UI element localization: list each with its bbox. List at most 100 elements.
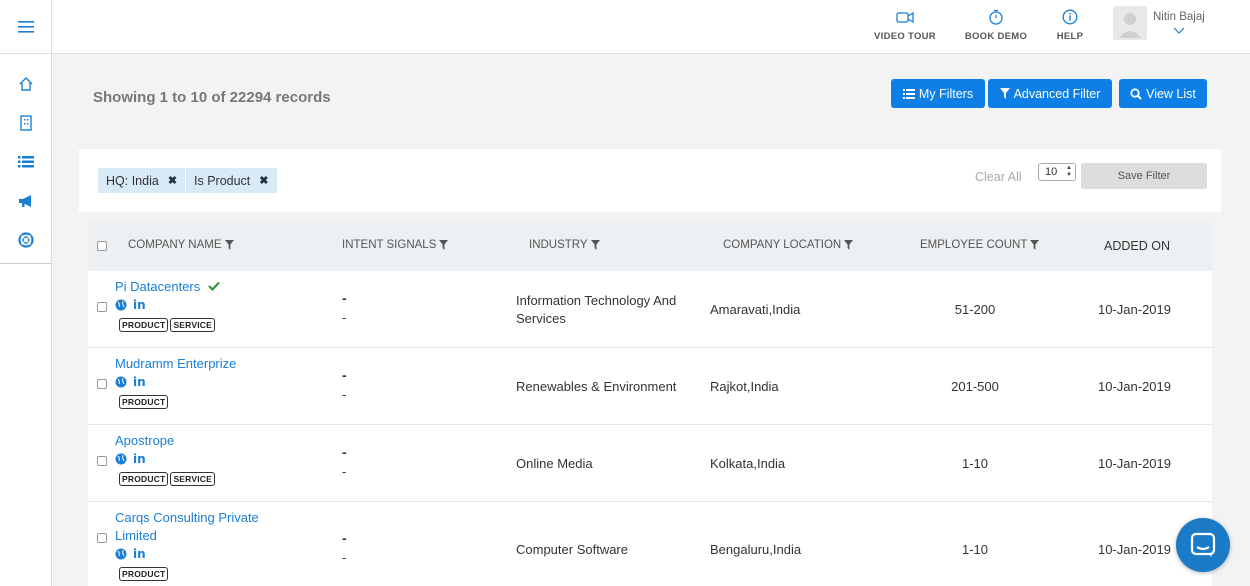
filter-chip: HQ: India ✖ [98, 168, 186, 193]
companies-table: COMPANY NAME INTENT SIGNALS INDUSTRY COM… [88, 221, 1212, 586]
row-checkbox[interactable] [97, 379, 107, 389]
intent-signal-primary: - [342, 290, 347, 306]
column-header-industry[interactable]: INDUSTRY [529, 239, 600, 251]
company-name-link[interactable]: Apostrope [115, 432, 174, 450]
top-bar: VIDEO TOUR BOOK DEMO HELP Nitin Bajaj [52, 0, 1250, 54]
filter-chip-label: HQ: India [106, 173, 159, 188]
view-list-button[interactable]: View List [1119, 79, 1207, 108]
globe-icon[interactable] [115, 376, 127, 388]
sidebar-item-companies[interactable] [0, 103, 51, 142]
row-checkbox[interactable] [97, 456, 107, 466]
sidebar-item-lists[interactable] [0, 142, 51, 181]
linkedin-icon[interactable]: in [133, 452, 146, 466]
save-filter-button[interactable]: Save Filter [1081, 163, 1207, 189]
sidebar-item-support[interactable] [0, 220, 51, 259]
info-icon [1062, 9, 1078, 25]
select-all-checkbox[interactable] [97, 241, 107, 251]
intent-signal-secondary: - [342, 387, 347, 402]
employee-count-cell: 1-10 [961, 542, 989, 557]
linkedin-icon[interactable]: in [133, 547, 146, 561]
added-on-cell: 10-Jan-2019 [1098, 379, 1171, 394]
globe-icon[interactable] [115, 453, 127, 465]
filter-icon[interactable] [224, 240, 234, 250]
tag-badge: SERVICE [170, 472, 216, 486]
sidebar-item-campaigns[interactable] [0, 181, 51, 220]
hamburger-menu-button[interactable] [0, 0, 51, 54]
company-name: Mudramm Enterprize [115, 356, 237, 371]
company-links: in [115, 452, 146, 466]
added-on-cell: 10-Jan-2019 [1098, 456, 1171, 471]
column-header-company-location[interactable]: COMPANY LOCATION [723, 239, 854, 251]
user-menu[interactable]: Nitin Bajaj [1113, 6, 1205, 40]
sidebar-item-home[interactable] [0, 64, 51, 103]
remove-filter-icon[interactable]: ✖ [259, 174, 268, 187]
column-header-added-on: ADDED ON [1104, 239, 1170, 253]
filter-icon[interactable] [590, 240, 600, 250]
added-on-cell: 10-Jan-2019 [1098, 302, 1171, 317]
chevron-down-icon[interactable] [1173, 27, 1185, 34]
per-page-stepper[interactable]: 10 ▲ ▼ [1038, 163, 1076, 181]
globe-icon[interactable] [115, 299, 127, 311]
spinner-arrows-icon[interactable]: ▲ ▼ [1066, 165, 1072, 179]
company-name: Apostrope [115, 433, 175, 448]
location-cell: Amaravati,India [710, 302, 801, 317]
table-row: Mudramm Enterprize in PRODUCT - - Renewa… [88, 348, 1212, 425]
sidebar-nav [0, 54, 51, 264]
table-row: Pi Datacenters in PRODUCT SERVICE - - In… [88, 271, 1212, 348]
intent-signal-primary: - [342, 367, 347, 383]
column-header-company-name[interactable]: COMPANY NAME [128, 239, 234, 251]
tag-badge: PRODUCT [119, 567, 169, 581]
company-name-link[interactable]: Pi Datacenters [115, 278, 220, 296]
menu-icon [17, 20, 34, 33]
tag-badge: SERVICE [170, 318, 216, 332]
active-filters-panel: HQ: India ✖ Is Product ✖ Clear All 10 ▲ ▼… [79, 149, 1221, 212]
company-name-link[interactable]: Mudramm Enterprize [115, 355, 236, 373]
video-tour-button[interactable]: VIDEO TOUR [865, 6, 945, 42]
linkedin-icon[interactable]: in [133, 298, 146, 312]
user-avatar-icon [1119, 13, 1141, 38]
column-header-employee-count[interactable]: EMPLOYEE COUNT [920, 239, 1040, 251]
help-button[interactable]: HELP [1050, 6, 1090, 42]
filter-icon[interactable] [1030, 240, 1040, 250]
filter-icon[interactable] [844, 240, 854, 250]
column-label: ADDED ON [1104, 239, 1170, 253]
advanced-filter-button[interactable]: Advanced Filter [988, 79, 1112, 108]
company-tags: PRODUCT SERVICE [119, 318, 216, 332]
linkedin-icon[interactable]: in [133, 375, 146, 389]
filter-icon[interactable] [439, 240, 449, 250]
globe-icon[interactable] [115, 548, 127, 560]
search-icon [1130, 87, 1142, 100]
remove-filter-icon[interactable]: ✖ [168, 174, 177, 187]
my-filters-button[interactable]: My Filters [891, 79, 985, 108]
location-cell: Kolkata,India [710, 456, 786, 471]
intent-signal-secondary: - [342, 464, 347, 479]
video-camera-icon [896, 11, 914, 24]
stopwatch-icon [989, 9, 1003, 25]
employee-count-cell: 1-10 [961, 456, 989, 471]
industry-cell: Computer Software [516, 542, 628, 557]
chat-icon [1190, 532, 1216, 557]
chat-widget-button[interactable] [1176, 518, 1230, 572]
row-checkbox[interactable] [97, 533, 107, 543]
industry-cell: Renewables & Environment [516, 379, 677, 394]
tag-badge: PRODUCT [119, 395, 169, 409]
company-tags: PRODUCT [119, 567, 169, 581]
company-links: in [115, 547, 146, 561]
row-checkbox[interactable] [97, 302, 107, 312]
my-filters-label: My Filters [918, 86, 974, 101]
sidebar [0, 0, 52, 586]
help-label: HELP [1056, 31, 1084, 42]
clear-all-link[interactable]: Clear All [975, 170, 1022, 184]
table-header: COMPANY NAME INTENT SIGNALS INDUSTRY COM… [88, 221, 1212, 271]
industry-cell: Online Media [516, 456, 593, 471]
book-demo-label: BOOK DEMO [964, 31, 1028, 42]
megaphone-icon [18, 194, 31, 207]
company-name-link[interactable]: Carqs Consulting Private Limited [115, 509, 285, 545]
column-header-intent-signals[interactable]: INTENT SIGNALS [342, 239, 449, 251]
book-demo-button[interactable]: BOOK DEMO [955, 6, 1037, 42]
video-tour-label: VIDEO TOUR [874, 31, 936, 42]
table-row: Apostrope in PRODUCT SERVICE - - Online … [88, 425, 1212, 502]
tag-badge: PRODUCT [119, 472, 169, 486]
lifebuoy-icon [17, 231, 34, 248]
company-links: in [115, 375, 146, 389]
